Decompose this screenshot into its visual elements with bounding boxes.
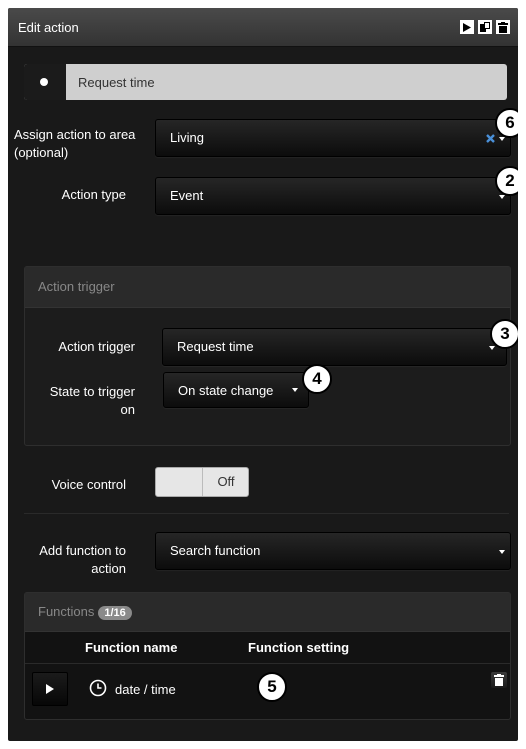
state-trigger-label: State to trigger on bbox=[49, 384, 135, 417]
status-dot-icon bbox=[40, 78, 48, 86]
section-title: Action trigger bbox=[38, 279, 115, 294]
clock-icon bbox=[89, 679, 107, 697]
voice-control-toggle[interactable]: Off bbox=[155, 467, 249, 497]
run-action-button[interactable] bbox=[460, 20, 474, 34]
callout-6: 6 bbox=[495, 108, 518, 138]
trash-icon bbox=[498, 21, 508, 33]
action-trigger-value: Request time bbox=[177, 339, 254, 354]
close-icon[interactable] bbox=[486, 134, 495, 143]
area-label: Assign action to area (optional) bbox=[14, 127, 136, 160]
action-trigger-select[interactable]: Request time bbox=[162, 328, 507, 366]
callout-2: 2 bbox=[495, 166, 518, 196]
panel-title: Edit action bbox=[18, 20, 79, 35]
add-function-label: Add function to action bbox=[39, 543, 126, 576]
action-status-button[interactable] bbox=[24, 64, 66, 100]
section-header: Action trigger bbox=[25, 267, 510, 308]
copy-icon bbox=[480, 22, 490, 32]
action-type-select[interactable]: Event bbox=[155, 177, 511, 215]
column-function-name: Function name bbox=[85, 640, 178, 655]
divider bbox=[24, 513, 509, 514]
chevron-down-icon bbox=[499, 195, 505, 199]
state-trigger-value: On state change bbox=[178, 383, 274, 398]
divider bbox=[25, 663, 510, 664]
function-search-select[interactable]: Search function bbox=[155, 532, 511, 570]
chevron-down-icon bbox=[499, 137, 505, 141]
voice-control-label: Voice control bbox=[51, 477, 126, 492]
callout-3: 3 bbox=[490, 319, 518, 349]
copy-action-button[interactable] bbox=[478, 20, 492, 34]
action-type-label: Action type bbox=[61, 187, 126, 202]
trash-icon bbox=[494, 674, 504, 686]
area-select[interactable]: Living bbox=[155, 119, 511, 157]
functions-title: Functions 1/16 bbox=[38, 604, 132, 620]
function-search-value: Search function bbox=[170, 543, 261, 558]
edit-action-panel: Edit action Request time Assign action t… bbox=[8, 8, 518, 741]
chevron-down-icon bbox=[292, 388, 298, 392]
run-function-button[interactable] bbox=[32, 672, 68, 706]
play-icon bbox=[463, 22, 471, 32]
delete-function-button[interactable] bbox=[491, 672, 507, 688]
action-trigger-section: Action trigger Action trigger Request ti… bbox=[24, 266, 518, 446]
function-name: date / time bbox=[115, 682, 176, 697]
functions-header: Functions 1/16 bbox=[25, 593, 510, 632]
action-name-input[interactable]: Request time bbox=[78, 75, 155, 90]
state-trigger-select[interactable]: On state change bbox=[163, 372, 309, 408]
delete-action-button[interactable] bbox=[496, 20, 510, 34]
action-name-bar: Request time bbox=[24, 64, 507, 100]
area-value: Living bbox=[170, 130, 204, 145]
callout-5: 5 bbox=[257, 672, 287, 702]
callout-4: 4 bbox=[302, 364, 332, 394]
chevron-down-icon bbox=[489, 346, 495, 350]
action-type-value: Event bbox=[170, 188, 204, 203]
column-function-setting: Function setting bbox=[248, 640, 350, 655]
toggle-state: Off bbox=[202, 468, 249, 496]
play-icon bbox=[46, 684, 54, 694]
functions-count: 1/16 bbox=[98, 606, 132, 620]
functions-section: Functions 1/16 Function name Function set… bbox=[24, 592, 511, 720]
action-trigger-label: Action trigger bbox=[58, 339, 135, 354]
panel-header: Edit action bbox=[8, 8, 518, 47]
chevron-down-icon bbox=[499, 550, 505, 554]
